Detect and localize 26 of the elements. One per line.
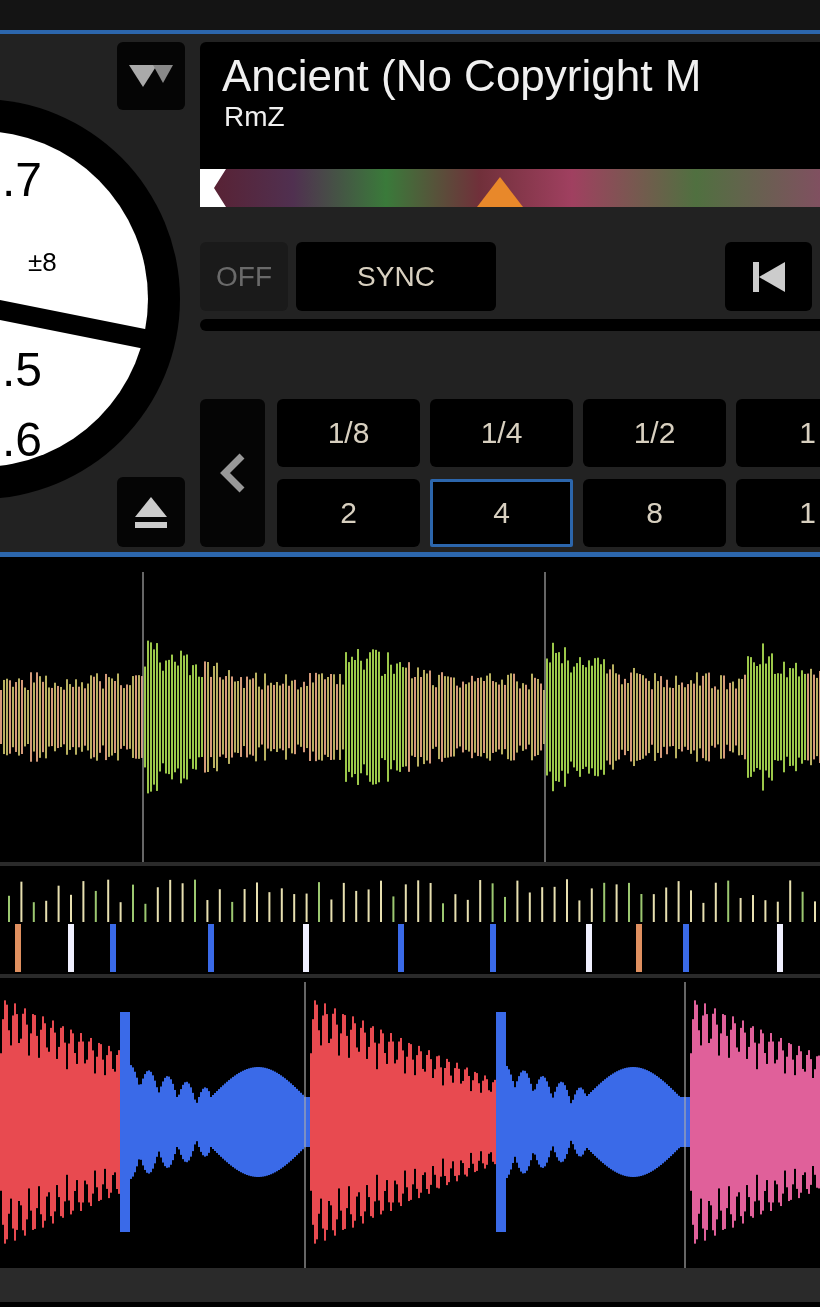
eject-icon <box>133 495 169 529</box>
dropdown-button[interactable] <box>117 42 185 110</box>
sync-button[interactable]: SYNC <box>296 242 496 311</box>
platter-reading: .6 <box>2 413 43 466</box>
start-marker-icon <box>200 169 226 207</box>
platter-reading: .7 <box>2 153 43 206</box>
track-artist: RmZ <box>224 100 286 134</box>
loop-length-button[interactable]: 1/4 <box>430 399 573 467</box>
playhead-icon <box>477 177 523 207</box>
skip-back-icon <box>750 259 787 294</box>
overview-waveform[interactable] <box>200 169 820 207</box>
chevron-left-icon <box>219 453 246 493</box>
platter-reading: ±8 <box>28 247 57 277</box>
triangle-down-icon <box>127 63 175 89</box>
platter-reading: .5 <box>2 343 43 396</box>
track-title: Ancient (No Copyright M <box>222 52 703 100</box>
loop-length-button[interactable]: 1/8 <box>277 399 420 467</box>
loop-length-button[interactable]: 4 <box>430 479 573 547</box>
loop-length-button[interactable]: 1 <box>736 399 820 467</box>
loop-length-button[interactable]: 1/2 <box>583 399 726 467</box>
previous-button[interactable] <box>725 242 812 311</box>
eject-button[interactable] <box>117 477 185 547</box>
loop-length-button[interactable]: 2 <box>277 479 420 547</box>
loop-length-button[interactable]: 8 <box>583 479 726 547</box>
loop-length-button[interactable]: 1 <box>736 479 820 547</box>
back-button[interactable] <box>200 399 265 547</box>
